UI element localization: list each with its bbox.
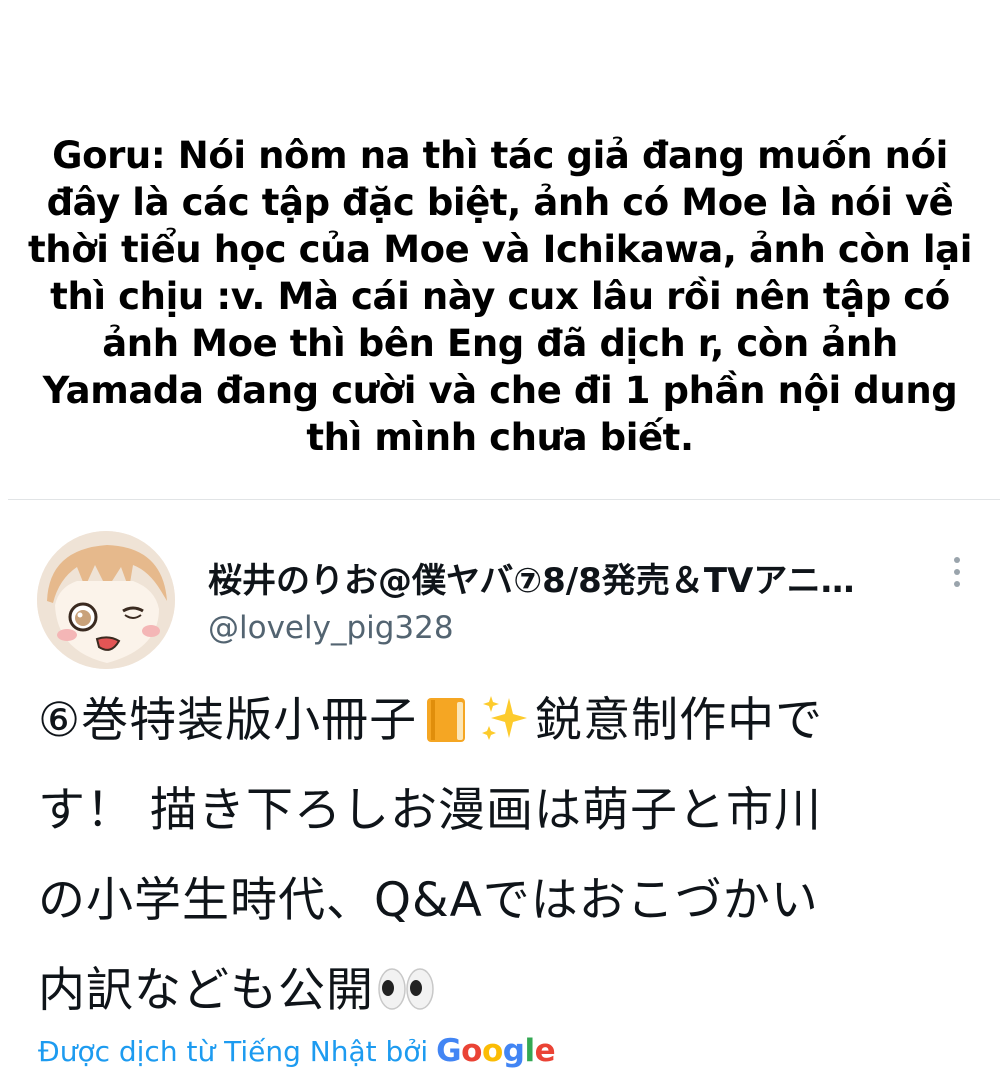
display-name[interactable]: 桜井のりお@僕ヤバ⑦8/8発売＆TVアニ…	[208, 553, 918, 602]
avatar[interactable]	[37, 531, 175, 669]
more-icon	[954, 569, 960, 575]
more-icon	[954, 557, 960, 563]
note-line: Yamada đang cười và che đi 1 phần nội du…	[42, 369, 958, 412]
note-line: ảnh Moe thì bên Eng đã dịch r, còn ảnh	[102, 322, 898, 365]
note-line: đây là các tập đặc biệt, ảnh có Moe là n…	[46, 181, 954, 224]
avatar-image	[37, 531, 175, 669]
user-handle[interactable]: @lovely_pig328	[208, 610, 454, 646]
tweet-line: す！ 描き下ろしお漫画は萌子と市川	[38, 783, 822, 838]
tweet-line: ⑥巻特装版小冊子 鋭意制作中で	[38, 693, 824, 748]
tweet-text: ⑥巻特装版小冊子 鋭意制作中で す！ 描き下ろしお漫画は萌子と市川 の小学生時代…	[38, 676, 978, 1036]
eyes-icon	[378, 968, 434, 1010]
tweet-line: 内訳なども公開	[38, 946, 978, 1036]
note-line: thì chịu :v. Mà cái này cux lâu rồi nên …	[50, 275, 950, 318]
more-options-button[interactable]	[940, 550, 974, 594]
sparkles-icon	[482, 696, 528, 740]
note-line: thì mình chưa biết.	[306, 416, 694, 459]
tweet-line: の小学生時代、Q&Aではおこづかい	[38, 873, 819, 928]
translation-label: Được dịch từ Tiếng Nhật bởi	[38, 1035, 429, 1068]
divider	[8, 499, 1000, 500]
translator-note: Goru: Nói nôm na thì tác giả đang muốn n…	[20, 132, 980, 461]
google-logo: Google	[436, 1033, 556, 1069]
more-icon	[954, 581, 960, 587]
note-line: Goru: Nói nôm na thì tác giả đang muốn n…	[52, 134, 948, 177]
translation-attribution[interactable]: Được dịch từ Tiếng Nhật bởi Google	[38, 1033, 556, 1069]
note-line: thời tiểu học của Moe và Ichikawa, ảnh c…	[28, 228, 972, 271]
book-icon	[427, 698, 466, 742]
